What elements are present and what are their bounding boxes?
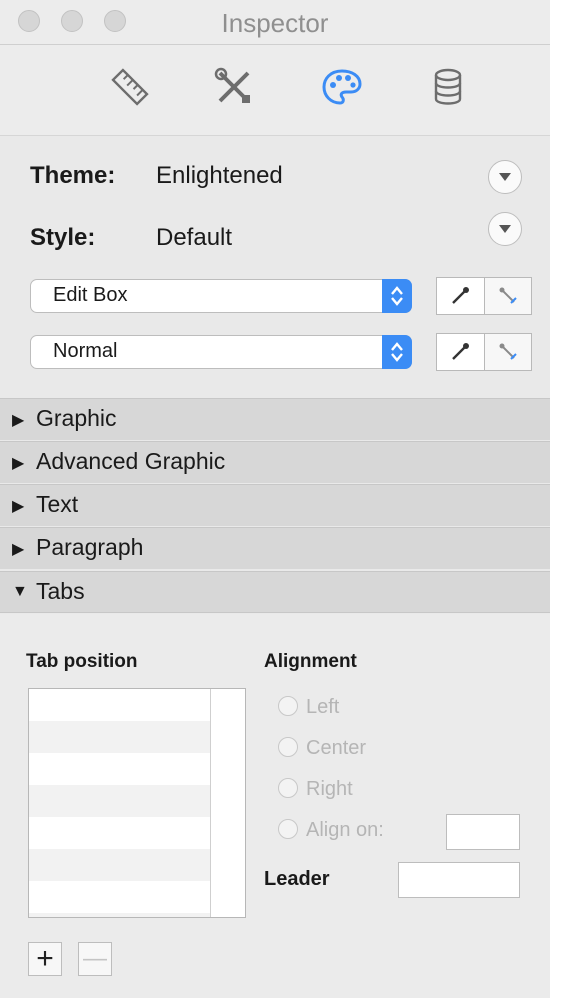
- style-value: Default: [156, 224, 233, 251]
- theme-label: Theme:: [30, 162, 116, 189]
- inspector-window: Inspector Theme: Enlightened Style: Defa…: [0, 0, 550, 998]
- radio-label: Center: [306, 737, 367, 759]
- eyedropper-apply-icon: [499, 343, 517, 360]
- palette-icon[interactable]: [320, 65, 364, 109]
- disclosure-triangle-icon: ▶: [12, 412, 25, 429]
- stepper-icon: [382, 335, 412, 369]
- tab-position-label: Tab position: [26, 651, 138, 672]
- list-row[interactable]: [29, 881, 211, 913]
- alignment-left-radio[interactable]: Left: [278, 696, 339, 719]
- ruler-icon[interactable]: [108, 65, 152, 109]
- radio-label: Left: [306, 696, 340, 718]
- section-tabs[interactable]: ▼ Tabs: [0, 571, 550, 613]
- radio-label: Align on:: [306, 819, 384, 841]
- section-label: Graphic: [36, 405, 117, 431]
- alignment-align-on-radio[interactable]: Align on:: [278, 819, 384, 842]
- eyedropper-icon: [452, 287, 470, 304]
- radio-icon: [278, 778, 298, 798]
- window-title: Inspector: [221, 8, 329, 38]
- eyedropper-pick-button-2[interactable]: [437, 334, 485, 370]
- disclosure-triangle-icon: ▼: [12, 583, 28, 600]
- section-paragraph[interactable]: ▶ Paragraph: [0, 527, 550, 569]
- remove-tab-button[interactable]: —: [78, 942, 112, 976]
- section-advanced-graphic[interactable]: ▶ Advanced Graphic: [0, 441, 550, 483]
- minus-icon: —: [83, 945, 107, 972]
- section-text[interactable]: ▶ Text: [0, 484, 550, 526]
- alignment-right-radio[interactable]: Right: [278, 778, 353, 801]
- leader-field[interactable]: [398, 862, 520, 898]
- section-label: Paragraph: [36, 534, 144, 560]
- text-style-popup[interactable]: Normal: [30, 335, 412, 369]
- list-scroll-gutter: [210, 689, 245, 917]
- section-label: Advanced Graphic: [36, 448, 226, 474]
- radio-label: Right: [306, 778, 353, 800]
- eyedropper-apply-icon: [499, 287, 517, 304]
- list-row[interactable]: [29, 817, 211, 849]
- plus-icon: +: [36, 942, 54, 975]
- eyedropper-icon: [452, 343, 470, 360]
- style-menu-button[interactable]: [488, 212, 522, 246]
- radio-icon: [278, 737, 298, 757]
- object-state-popup[interactable]: Edit Box: [30, 279, 412, 313]
- disclosure-triangle-icon: ▶: [12, 455, 25, 472]
- theme-value: Enlightened: [156, 162, 283, 189]
- triangle-down-icon: [499, 173, 511, 181]
- alignment-label: Alignment: [264, 651, 357, 672]
- radio-icon: [278, 819, 298, 839]
- section-label: Tabs: [36, 578, 85, 604]
- list-row[interactable]: [29, 913, 211, 917]
- database-icon[interactable]: [426, 65, 470, 109]
- theme-menu-button[interactable]: [488, 160, 522, 194]
- object-state-value: Edit Box: [53, 284, 128, 306]
- eyedropper-segment-2: [436, 333, 532, 371]
- list-row[interactable]: [29, 785, 211, 817]
- text-style-value: Normal: [53, 340, 118, 362]
- section-graphic[interactable]: ▶ Graphic: [0, 398, 550, 440]
- eyedropper-segment: [436, 277, 532, 315]
- disclosure-triangle-icon: ▶: [12, 541, 25, 558]
- add-tab-button[interactable]: +: [28, 942, 62, 976]
- eyedropper-apply-button-2[interactable]: [485, 334, 532, 370]
- tools-icon[interactable]: [212, 65, 256, 109]
- document-background: [550, 0, 568, 998]
- eyedropper-pick-button[interactable]: [437, 278, 485, 314]
- list-row[interactable]: [29, 849, 211, 881]
- list-row[interactable]: [29, 689, 211, 721]
- section-label: Text: [36, 491, 79, 517]
- triangle-down-icon: [499, 225, 511, 233]
- eyedropper-apply-button[interactable]: [485, 278, 532, 314]
- list-row[interactable]: [29, 753, 211, 785]
- list-row[interactable]: [29, 721, 211, 753]
- inspector-toolbar: [0, 45, 550, 136]
- radio-icon: [278, 696, 298, 716]
- title-bar: Inspector: [0, 0, 550, 45]
- alignment-center-radio[interactable]: Center: [278, 737, 366, 760]
- tab-position-rows: [29, 689, 211, 917]
- leader-label: Leader: [264, 868, 330, 890]
- disclosure-triangle-icon: ▶: [12, 498, 25, 515]
- style-label: Style:: [30, 224, 96, 251]
- tab-position-list[interactable]: [28, 688, 246, 918]
- align-on-character-field[interactable]: [446, 814, 520, 850]
- stepper-icon: [382, 279, 412, 313]
